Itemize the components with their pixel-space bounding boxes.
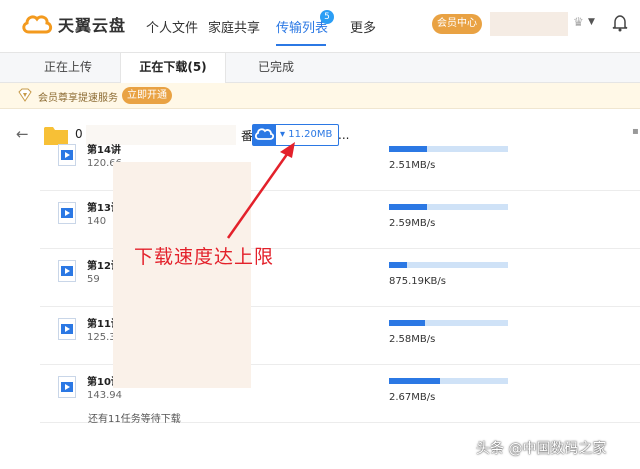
cloud-logo-icon: [22, 15, 53, 34]
video-file-icon: [58, 144, 76, 166]
download-speed: 2.67MB/s: [389, 392, 436, 403]
file-name: 第14讲: [87, 145, 121, 156]
nav-more[interactable]: 更多: [350, 17, 376, 36]
download-speed: 875.19KB/s: [389, 276, 446, 287]
download-speed: 2.58MB/s: [389, 334, 436, 345]
progress-bar: [389, 204, 508, 210]
file-size: 143.94: [87, 390, 122, 401]
download-speed: 2.51MB/s: [389, 160, 436, 171]
top-bar: 天翼云盘 个人文件 家庭共享 传输列表 5 更多 会员中心 ♛ ▼: [0, 0, 640, 53]
progress-bar: [389, 378, 508, 384]
video-file-icon: [58, 202, 76, 224]
watermark: 头条 @中国数码之家: [476, 441, 607, 457]
crown-icon: ♛: [573, 15, 584, 29]
active-nav-underline: [276, 44, 326, 46]
nav-personal-files[interactable]: 个人文件: [146, 17, 198, 36]
file-size: 140: [87, 216, 107, 227]
video-file-icon: [58, 318, 76, 340]
promo-banner: 会员尊享提速服务 立即开通: [0, 83, 640, 109]
logo-text: 天翼云盘: [58, 16, 127, 35]
video-file-icon: [58, 260, 76, 282]
promo-text: 会员尊享提速服务: [38, 93, 118, 104]
progress-fill: [389, 378, 441, 384]
transfer-count-badge: 5: [320, 10, 334, 24]
progress-fill: [389, 204, 428, 210]
annotation-text: 下载速度达上限: [134, 246, 275, 268]
bell-icon[interactable]: [612, 14, 628, 32]
pending-tasks-text: 还有11任务等待下载: [88, 414, 181, 425]
app-logo[interactable]: 天翼云盘: [20, 12, 126, 36]
video-file-icon: [58, 376, 76, 398]
transfer-tabs: 正在上传 正在下载(5) 已完成: [0, 53, 640, 83]
filename-redaction-overlay: [113, 162, 251, 388]
activate-now-button[interactable]: 立即开通: [122, 87, 172, 104]
download-speed: 2.59MB/s: [389, 218, 436, 229]
tab-downloading[interactable]: 正在下载(5): [120, 53, 226, 83]
progress-bar: [389, 262, 508, 268]
file-size: 59: [87, 274, 100, 285]
back-arrow-icon[interactable]: ←: [16, 125, 29, 143]
progress-fill: [389, 146, 428, 152]
progress-fill: [389, 320, 425, 326]
progress-bar: [389, 320, 508, 326]
speed-boost-icon: [18, 88, 32, 102]
tab-completed[interactable]: 已完成: [226, 53, 326, 82]
chevron-down-icon[interactable]: ▼: [588, 17, 595, 27]
progress-fill: [389, 262, 407, 268]
vip-center-button[interactable]: 会员中心: [432, 14, 482, 34]
nav-family-share[interactable]: 家庭共享: [208, 17, 260, 36]
tab-uploading[interactable]: 正在上传: [18, 53, 118, 82]
progress-bar: [389, 146, 508, 152]
username-redacted[interactable]: [490, 12, 568, 36]
